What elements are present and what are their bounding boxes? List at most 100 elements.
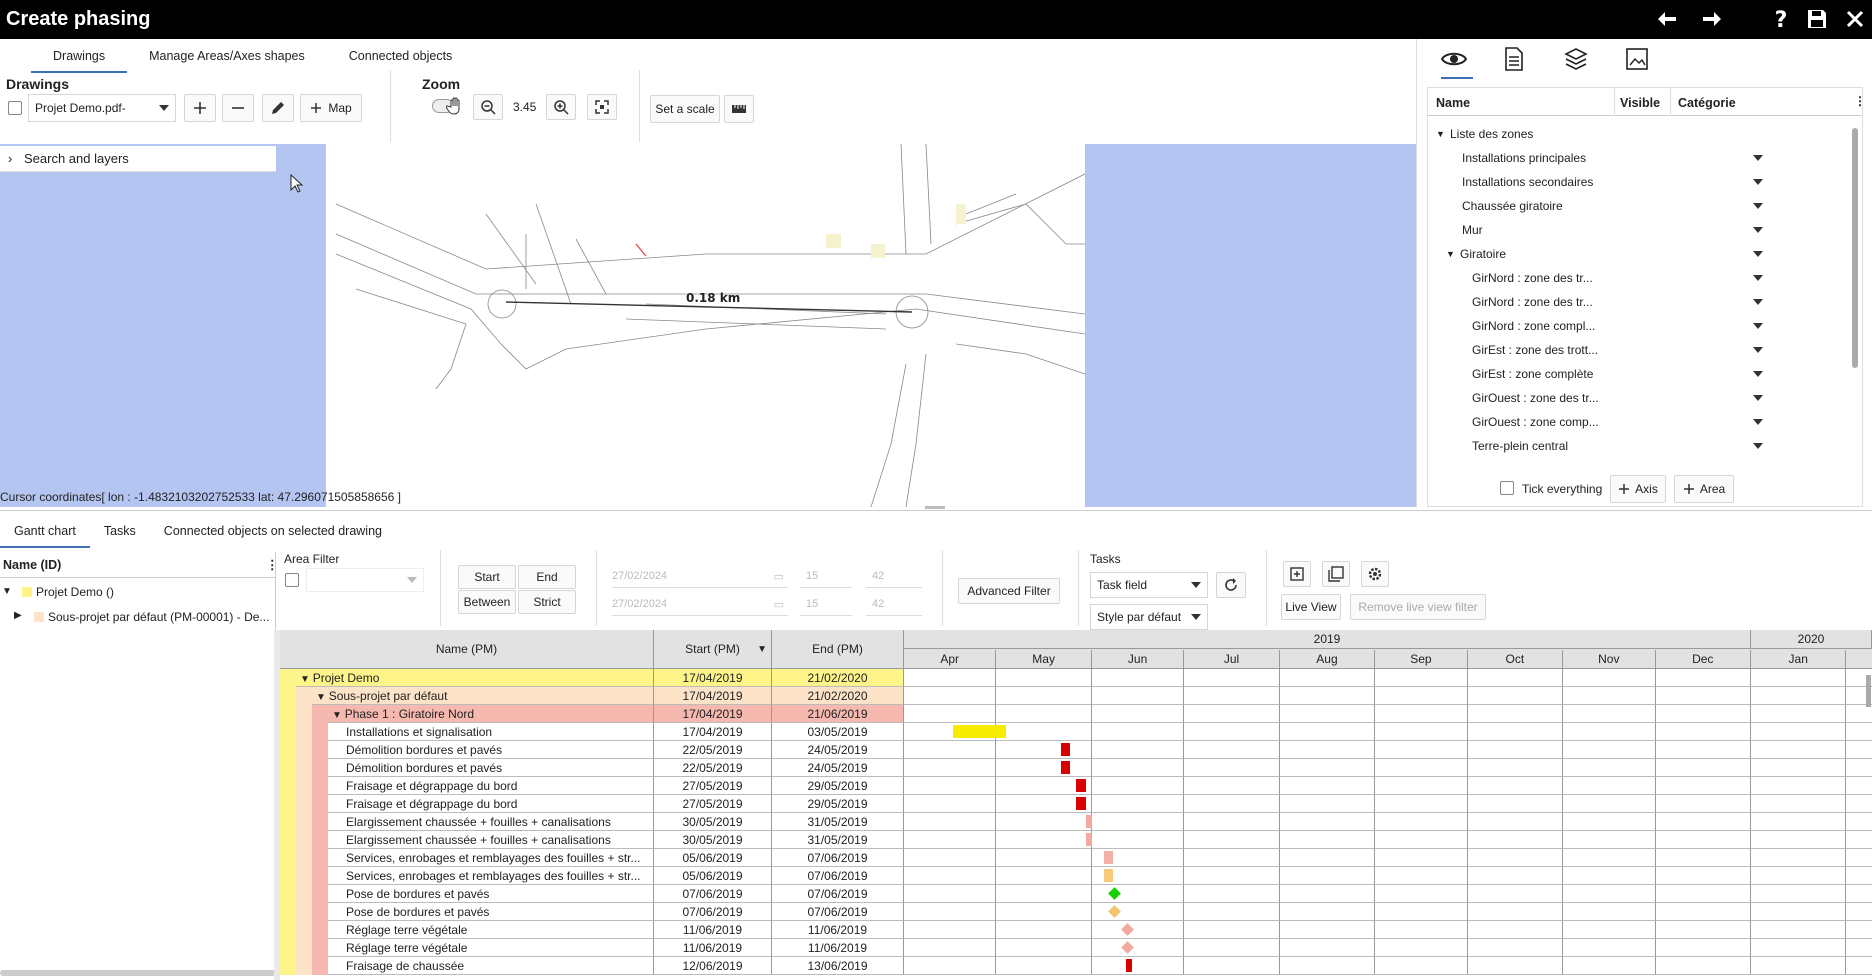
table-row[interactable]: Réglage terre végétale 11/06/2019 11/06/20… [280,939,1872,957]
expand-icon[interactable]: ▼ [1446,242,1455,266]
chevron-down-icon[interactable] [1753,299,1763,305]
table-row[interactable]: Réglage terre végétale 11/06/2019 11/06/20… [280,921,1872,939]
table-row[interactable]: Pose de bordures et pavés 07/06/2019 07/06… [280,885,1872,903]
refresh-button[interactable] [1216,572,1246,598]
fit-view-button[interactable] [587,94,617,120]
map-image-icon[interactable] [1625,47,1649,74]
chevron-down-icon[interactable] [1753,251,1763,257]
chevron-down-icon[interactable] [1753,203,1763,209]
area-filter-checkbox[interactable] [285,573,299,587]
drawing-select[interactable]: Projet Demo.pdf- [28,94,176,122]
zone-row[interactable]: GirOuest : zone des tr... [1428,386,1848,410]
chevron-down-icon[interactable] [1753,323,1763,329]
between-button[interactable]: Between [458,590,516,614]
duplicate-task-button[interactable] [1322,561,1350,587]
chevron-down-icon[interactable] [1753,371,1763,377]
task-bar[interactable] [1085,815,1092,828]
strict-button[interactable]: Strict [518,590,576,614]
start-hour-input[interactable]: 15 [800,566,852,588]
chevron-down-icon[interactable] [1753,443,1763,449]
start-date-input[interactable]: 27/02/2024 ▭ [612,566,788,588]
expand-icon[interactable]: ▶ [14,610,22,621]
end-button[interactable]: End [518,565,576,589]
zone-row[interactable]: GirOuest : zone comp... [1428,410,1848,434]
column-menu-icon[interactable]: ⋮ [266,557,279,572]
zone-row[interactable]: Installations secondaires [1428,170,1848,194]
close-icon[interactable] [1841,6,1869,32]
tab-manage-areas[interactable]: Manage Areas/Axes shapes [127,39,327,73]
col-visible[interactable]: Visible [1620,96,1660,110]
add-task-button[interactable] [1283,561,1311,587]
start-button[interactable]: Start [458,565,516,589]
splitter[interactable] [274,630,280,980]
zone-row[interactable]: GirNord : zone des tr... [1428,290,1848,314]
task-bar[interactable] [1104,851,1114,864]
table-row[interactable]: Installations et signalisation 17/04/2019… [280,723,1872,741]
forward-arrow-icon[interactable] [1697,6,1725,32]
tab-connected-objects-drawing[interactable]: Connected objects on selected drawing [150,514,396,548]
col-start-pm[interactable]: Start (PM) ▼ [654,630,772,669]
tree-item-project[interactable]: Projet Demo () [36,585,114,599]
zone-row[interactable]: ▼ Giratoire [1428,242,1848,266]
help-icon[interactable]: ? [1767,6,1795,32]
splitter-handle[interactable] [925,506,945,509]
remove-drawing-button[interactable] [222,94,254,122]
zone-row[interactable]: GirNord : zone compl... [1428,314,1848,338]
table-row[interactable]: Pose de bordures et pavés 07/06/2019 07/06… [280,903,1872,921]
zone-row[interactable]: Installations principales [1428,146,1848,170]
chevron-down-icon[interactable] [1753,179,1763,185]
scrollbar[interactable] [1866,675,1871,707]
save-icon[interactable] [1803,6,1831,32]
expand-icon[interactable]: ▼ [332,710,345,721]
zone-row[interactable]: GirNord : zone des tr... [1428,266,1848,290]
set-scale-button[interactable]: Set a scale [650,95,720,123]
add-drawing-button[interactable] [184,94,216,122]
task-bar[interactable] [1061,761,1071,774]
live-view-button[interactable]: Live View [1281,594,1341,620]
zone-row[interactable]: GirEst : zone complète [1428,362,1848,386]
tree-item-subproject[interactable]: Sous-projet par défaut (PM-00001) - De..… [48,610,269,624]
task-field-select[interactable]: Task field [1090,572,1208,598]
edit-drawing-button[interactable] [262,94,294,122]
drawing-canvas[interactable]: 0.18 km [326,143,1086,508]
sort-down-icon[interactable]: ▼ [757,630,767,669]
task-bar[interactable] [1125,959,1132,972]
tab-gantt-chart[interactable]: Gantt chart [0,514,90,548]
end-minute-input[interactable]: 42 [866,594,922,616]
tab-connected-objects[interactable]: Connected objects [327,39,475,73]
tab-drawings[interactable]: Drawings [31,39,128,73]
task-bar[interactable] [1076,797,1086,810]
tick-everything-checkbox[interactable] [1500,481,1514,495]
task-bar[interactable] [953,725,1006,738]
zoom-in-button[interactable] [546,94,576,120]
add-axis-button[interactable]: Axis [1610,475,1666,503]
drawing-checkbox[interactable] [8,101,22,115]
chevron-down-icon[interactable] [1753,419,1763,425]
add-area-button[interactable]: Area [1674,475,1734,503]
task-bar[interactable] [1104,869,1114,882]
settings-button[interactable] [1361,561,1389,587]
ruler-button[interactable] [724,95,754,123]
task-bar[interactable] [1061,743,1071,756]
chevron-down-icon[interactable] [1753,347,1763,353]
task-bar[interactable] [1076,779,1086,792]
zone-row[interactable]: GirEst : zone des trott... [1428,338,1848,362]
scrollbar[interactable] [1852,128,1858,368]
col-category[interactable]: Catégorie [1678,96,1736,110]
table-row[interactable]: Fraisage et dégrappage du bord 27/05/2019… [280,795,1872,813]
col-name-pm[interactable]: Name (PM) [280,630,654,669]
table-row[interactable]: ▼ Phase 1 : Giratoire Nord 17/04/2019 21/0… [280,705,1872,723]
expand-icon[interactable]: ▼ [300,674,313,685]
scrollbar[interactable] [0,970,276,976]
tree-col-name[interactable]: Name (ID) [3,558,61,572]
zone-row[interactable]: Terre-plein central [1428,434,1848,458]
style-select[interactable]: Style par défaut [1090,604,1208,630]
document-icon[interactable] [1504,47,1524,74]
chevron-down-icon[interactable] [1753,395,1763,401]
table-row[interactable]: Elargissement chaussée + fouilles + cana… [280,813,1872,831]
chevron-down-icon[interactable] [1753,155,1763,161]
col-end-pm[interactable]: End (PM) [772,630,904,669]
zone-row[interactable]: Mur [1428,218,1848,242]
end-hour-input[interactable]: 15 [800,594,852,616]
start-minute-input[interactable]: 42 [866,566,922,588]
